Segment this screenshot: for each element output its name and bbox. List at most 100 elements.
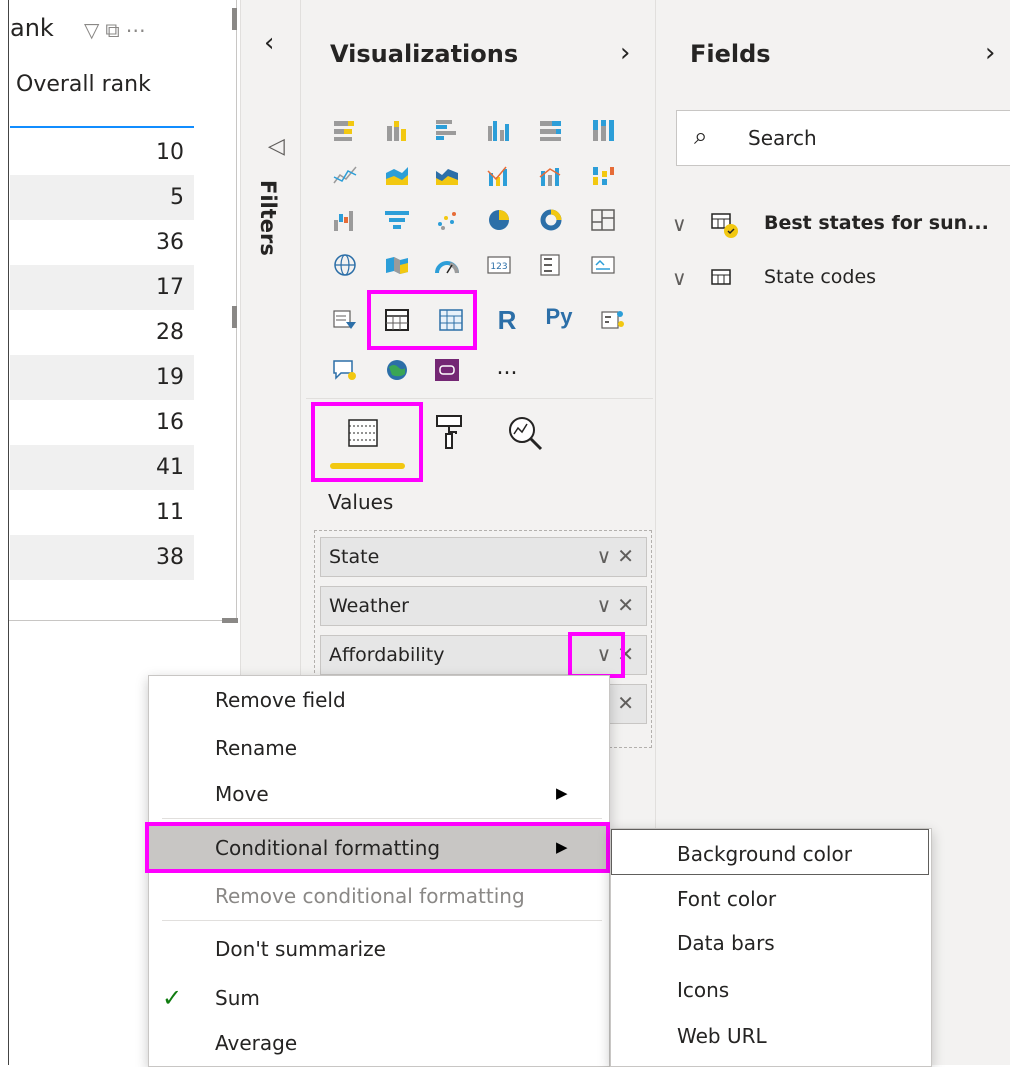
filter-icon[interactable]: ▽ [84,18,105,42]
table-row: 38 [10,535,194,580]
area-chart-icon[interactable] [382,160,412,190]
scatter-chart-icon[interactable] [432,205,462,235]
table-icon [710,264,740,299]
100-stacked-column-chart-icon[interactable] [588,115,618,145]
chevron-right-icon[interactable]: › [620,38,630,68]
more-options-icon[interactable]: ⋯ [126,18,152,42]
visual-header-icons: ▽⧉⋯ [84,18,152,42]
line-chart-icon[interactable] [330,160,360,190]
table-row: 17 [10,265,194,310]
menu-item-conditional-formatting[interactable]: Conditional formatting [215,836,440,860]
table-row: 41 [10,445,194,490]
analytics-magnifier-icon[interactable] [504,412,546,454]
menu-item-remove-conditional-formatting: Remove conditional formatting [215,884,525,908]
well-field-name: Weather [329,595,409,617]
column-header-overall-rank[interactable]: Overall rank [10,72,200,97]
chevron-down-icon[interactable]: ∨ [597,544,618,568]
menu-item-move[interactable]: Move [215,782,269,806]
filled-map-icon[interactable] [382,250,412,280]
arcgis-map-icon[interactable] [382,355,412,385]
divider [306,398,653,399]
table-row: 16 [156,410,184,435]
kpi-icon[interactable] [588,250,618,280]
submenu-item-web-url[interactable]: Web URL [677,1024,767,1048]
map-icon[interactable] [330,250,360,280]
waterfall-chart-icon[interactable] [330,205,360,235]
filter-funnel-icon: ◁ [268,134,285,159]
submenu-item-icons[interactable]: Icons [677,978,729,1002]
stacked-column-chart-icon[interactable] [382,115,412,145]
stacked-bar-chart-icon[interactable] [330,115,360,145]
table-row: 5 [10,175,194,220]
fields-title: Fields [690,40,771,68]
donut-chart-icon[interactable] [536,205,566,235]
key-influencers-icon[interactable] [598,305,628,335]
chevron-left-icon[interactable]: ‹ [264,28,274,58]
resize-handle[interactable] [222,618,238,623]
r-visual-icon[interactable]: R [492,305,522,335]
visual-edge [8,0,9,1065]
well-controls: ∨✕ [597,544,640,568]
affordability-chevron-highlight [568,632,625,678]
ribbon-chart-icon[interactable] [588,160,618,190]
focus-mode-icon[interactable]: ⧉ [105,18,125,42]
qa-visual-icon[interactable] [330,355,360,385]
fields-tab-highlight [311,402,423,482]
chevron-down-icon[interactable]: ∨ [672,266,687,290]
close-icon[interactable]: ✕ [617,691,640,715]
format-paint-roller-icon[interactable] [428,412,470,454]
table-name: State codes [764,266,877,288]
well-field-name: Affordability [329,644,445,666]
table-row: 28 [156,320,184,345]
menu-item-rename[interactable]: Rename [215,736,297,760]
power-apps-icon[interactable] [432,355,462,385]
chevron-down-icon[interactable]: ∨ [672,212,687,236]
svg-text:123: 123 [490,262,507,272]
stacked-area-chart-icon[interactable] [432,160,462,190]
line-and-clustered-column-chart-icon[interactable] [536,160,566,190]
menu-item-remove-field[interactable]: Remove field [215,688,346,712]
search-icon: ⌕ [694,122,708,150]
table-name: Best states for sun... [764,212,989,234]
funnel-chart-icon[interactable] [382,205,412,235]
search-placeholder: Search [748,126,817,150]
visual-title: ank [10,14,54,42]
table-row: 36 [156,230,184,255]
treemap-icon[interactable] [588,205,618,235]
menu-separator [162,920,602,921]
submenu-arrow-icon: ▶ [556,784,568,802]
menu-item-average[interactable]: Average [215,1031,297,1055]
value-well-weather[interactable]: Weather ∨✕ [320,586,647,626]
line-and-stacked-column-chart-icon[interactable] [484,160,514,190]
gauge-icon[interactable] [432,250,462,280]
values-label: Values [328,490,394,514]
multi-row-card-icon[interactable] [536,250,566,280]
menu-item-dont-summarize[interactable]: Don't summarize [215,937,386,961]
close-icon[interactable]: ✕ [617,593,640,617]
well-controls: ✕ [617,691,640,715]
filters-label[interactable]: Filters [256,180,280,256]
chevron-down-icon[interactable]: ∨ [597,593,618,617]
pie-chart-icon[interactable] [484,205,514,235]
menu-item-sum[interactable]: Sum [215,986,260,1010]
100-stacked-bar-chart-icon[interactable] [536,115,566,145]
resize-handle[interactable] [232,306,237,328]
submenu-item-data-bars[interactable]: Data bars [677,931,775,955]
checkmark-icon: ✓ [162,984,183,1012]
well-controls: ∨✕ [597,593,640,617]
chevron-right-icon[interactable]: › [985,38,995,68]
clustered-bar-chart-icon[interactable] [432,115,462,145]
close-icon[interactable]: ✕ [617,544,640,568]
resize-handle[interactable] [232,8,237,30]
python-visual-icon[interactable]: Py [544,302,574,332]
value-well-state[interactable]: State ∨✕ [320,537,647,577]
clustered-column-chart-icon[interactable] [484,115,514,145]
card-icon[interactable]: 123 [484,250,514,280]
search-input[interactable] [676,110,1010,166]
submenu-item-background-color[interactable]: Background color [677,842,852,866]
table-visual-highlight [367,290,477,350]
slicer-icon[interactable] [330,305,360,335]
more-visuals-icon[interactable]: ... [492,352,522,382]
submenu-item-font-color[interactable]: Font color [677,887,776,911]
column-header-underline [10,126,194,128]
